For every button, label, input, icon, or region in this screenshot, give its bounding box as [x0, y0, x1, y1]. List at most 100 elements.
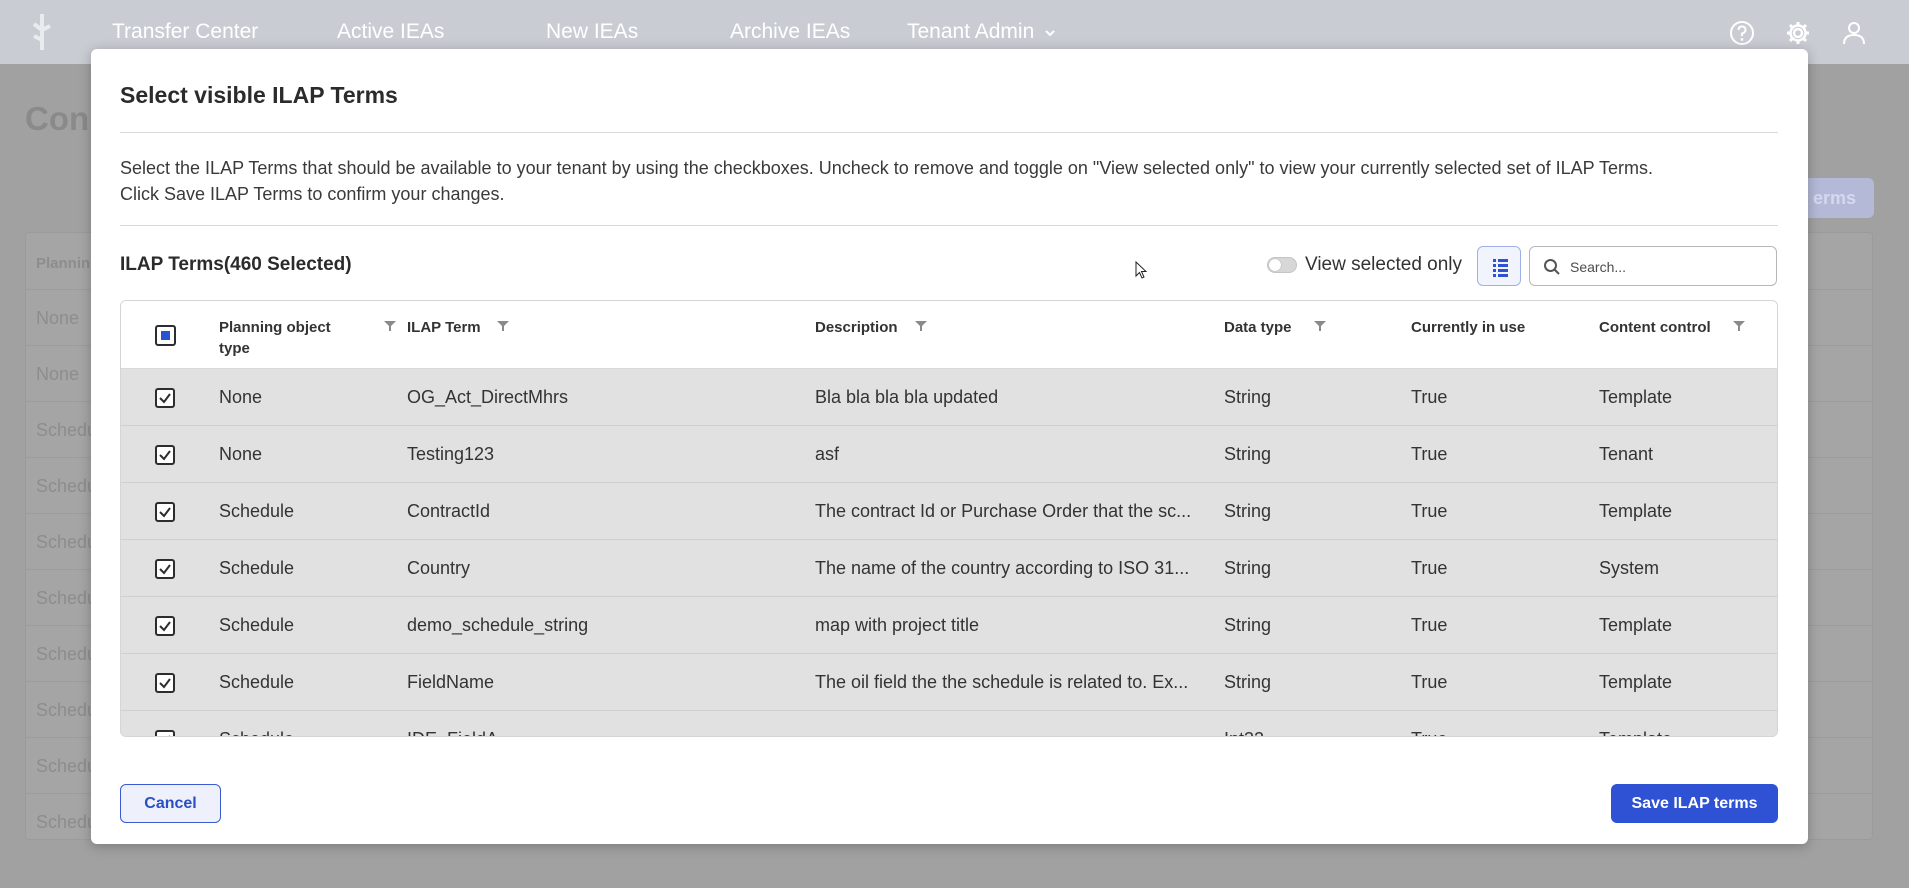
cell-ilap-term: demo_schedule_string [407, 615, 589, 635]
table-row[interactable]: Schedule ContractId The contract Id or P… [121, 483, 1777, 540]
column-header-currently-in-use[interactable]: Currently in use [1411, 317, 1525, 338]
row-checkbox[interactable] [155, 502, 175, 522]
table-row[interactable]: Schedule demo_schedule_string map with p… [121, 597, 1777, 654]
divider [120, 225, 1778, 226]
ilap-terms-table: Planning object type ILAP Term Descripti… [120, 300, 1778, 737]
divider [120, 132, 1778, 133]
row-checkbox[interactable] [155, 445, 175, 465]
row-checkbox[interactable] [155, 673, 175, 693]
row-checkbox[interactable] [155, 388, 175, 408]
columns-icon [1493, 259, 1508, 277]
filter-icon[interactable] [1733, 321, 1745, 331]
cell-description: The name of the country according to ISO… [815, 558, 1190, 578]
nav-transfer-center[interactable]: Transfer Center [112, 20, 258, 44]
cell-data-type: String [1224, 387, 1272, 407]
cell-description: The contract Id or Purchase Order that t… [815, 501, 1192, 521]
cell-data-type: String [1224, 501, 1272, 521]
check-icon [159, 507, 171, 518]
table-row[interactable]: Schedule Country The name of the country… [121, 540, 1777, 597]
filter-icon[interactable] [497, 321, 509, 331]
cell-currently-in-use: True [1411, 501, 1448, 521]
filter-icon[interactable] [915, 321, 927, 331]
app-logo-icon[interactable] [30, 14, 52, 50]
cell-description: The oil field the the schedule is relate… [815, 672, 1189, 692]
cell-ilap-term: ContractId [407, 501, 491, 521]
modal-instructions: Select the ILAP Terms that should be ava… [120, 155, 1790, 207]
check-icon [159, 393, 171, 404]
check-icon [159, 621, 171, 632]
filter-icon[interactable] [1314, 321, 1326, 331]
check-icon [159, 564, 171, 575]
table-header: Planning object type ILAP Term Descripti… [121, 301, 1777, 369]
row-checkbox[interactable] [155, 559, 175, 579]
cell-description: Bla bla bla bla updated [815, 387, 999, 407]
cell-content-control: Template [1599, 615, 1673, 635]
cell-data-type: String [1224, 672, 1272, 692]
table-row[interactable]: None OG_Act_DirectMhrs Bla bla bla bla u… [121, 369, 1777, 426]
cell-currently-in-use: True [1411, 672, 1448, 692]
column-header-planning-object-type[interactable]: Planning object type [219, 317, 349, 359]
cell-content-control: Template [1599, 387, 1673, 407]
row-checkbox[interactable] [155, 616, 175, 636]
cell-content-control: Template [1599, 729, 1672, 736]
modal-instructions-line: Select the ILAP Terms that should be ava… [120, 158, 1653, 178]
search-input[interactable] [1570, 255, 1765, 279]
cancel-button[interactable]: Cancel [120, 784, 221, 823]
table-body: None OG_Act_DirectMhrs Bla bla bla bla u… [121, 369, 1777, 736]
column-header-ilap-term[interactable]: ILAP Term [407, 317, 481, 338]
background-table-header: Plannin [36, 255, 91, 272]
search-icon [1544, 259, 1560, 275]
cell-ilap-term: OG_Act_DirectMhrs [407, 387, 569, 407]
column-header-content-control[interactable]: Content control [1599, 317, 1711, 338]
cell-planning-object-type: Schedule [219, 729, 294, 736]
view-selected-only-toggle[interactable] [1267, 257, 1297, 273]
cell-ilap-term: Testing123 [407, 444, 495, 464]
cell-ilap-term: IDE_FieldA [407, 729, 498, 736]
filter-icon[interactable] [384, 321, 396, 331]
modal-instructions-line: Click Save ILAP Terms to confirm your ch… [120, 184, 505, 204]
cell-currently-in-use: True [1411, 558, 1448, 578]
select-all-checkbox[interactable] [155, 325, 176, 346]
search-box [1529, 246, 1777, 286]
select-ilap-terms-modal: Select visible ILAP Terms Select the ILA… [91, 49, 1808, 844]
modal-title: Select visible ILAP Terms [120, 82, 398, 108]
cell-currently-in-use: True [1411, 387, 1448, 407]
cell-data-type: String [1224, 558, 1272, 578]
cell-data-type: Int32 [1224, 729, 1264, 736]
view-selected-only-label[interactable]: View selected only [1305, 254, 1462, 276]
cell-description: asf [815, 444, 840, 464]
cell-content-control: Tenant [1599, 444, 1654, 464]
cell-planning-object-type: None [219, 444, 263, 464]
cell-currently-in-use: True [1411, 444, 1448, 464]
cell-planning-object-type: Schedule [219, 615, 295, 635]
nav-tenant-admin[interactable]: Tenant Admin [907, 20, 1056, 44]
cell-planning-object-type: Schedule [219, 501, 295, 521]
column-chooser-button[interactable] [1477, 246, 1521, 286]
save-ilap-terms-button[interactable]: Save ILAP terms [1611, 784, 1778, 823]
cell-data-type: String [1224, 615, 1272, 635]
table-row[interactable]: None Testing123 asf String True Tenant [121, 426, 1777, 483]
cell-content-control: Template [1599, 672, 1673, 692]
row-checkbox[interactable] [155, 730, 175, 736]
cell-ilap-term: Country [407, 558, 471, 578]
column-header-description[interactable]: Description [815, 317, 898, 338]
help-icon[interactable] [1729, 20, 1755, 46]
cell-planning-object-type: Schedule [219, 558, 295, 578]
check-icon [159, 678, 171, 689]
toggle-knob [1269, 259, 1281, 271]
cell-description: map with project title [815, 615, 980, 635]
gear-icon[interactable] [1785, 20, 1811, 46]
chevron-down-icon [1045, 30, 1055, 37]
nav-archive-ieas[interactable]: Archive IEAs [730, 20, 850, 44]
nav-new-ieas[interactable]: New IEAs [546, 20, 638, 44]
user-icon[interactable] [1841, 20, 1867, 46]
table-row[interactable]: Schedule IDE_FieldA Int32 True Template [121, 711, 1777, 736]
table-row[interactable]: Schedule FieldName The oil field the the… [121, 654, 1777, 711]
cell-content-control: System [1599, 558, 1660, 578]
cell-currently-in-use: True [1411, 615, 1448, 635]
background-page-title: Con [25, 100, 90, 137]
nav-active-ieas[interactable]: Active IEAs [337, 20, 444, 44]
cell-content-control: Template [1599, 501, 1673, 521]
check-icon [168, 735, 170, 736]
column-header-data-type[interactable]: Data type [1224, 317, 1292, 338]
